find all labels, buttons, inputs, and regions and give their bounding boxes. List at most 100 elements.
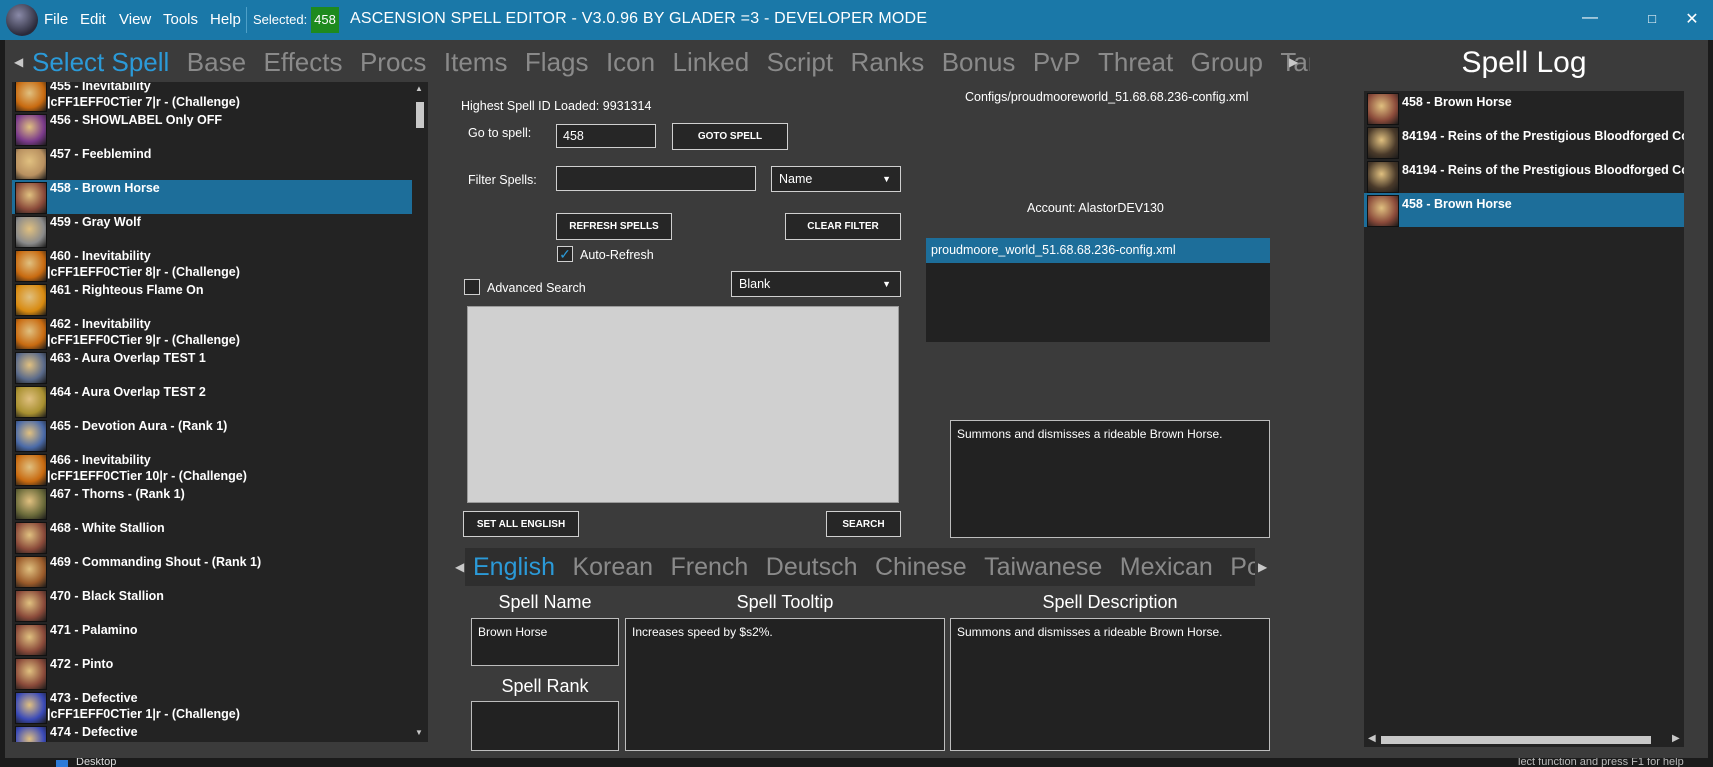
spell-log-list[interactable]: 458 - Brown Horse 84194 - Reins of the Pr… (1364, 91, 1684, 747)
tab-select-spell[interactable]: Select Spell (32, 42, 169, 82)
spell-list-item[interactable]: 472 - Pinto (12, 656, 414, 690)
config-path: Configs/proudmooreworld_51.68.68.236-con… (965, 90, 1249, 104)
menu-help[interactable]: Help (210, 11, 241, 28)
menu-view[interactable]: View (119, 11, 151, 28)
tab-linked[interactable]: Linked (673, 42, 750, 82)
lang-tab-mexican[interactable]: Mexican (1120, 548, 1213, 586)
spell-icon (1367, 93, 1399, 125)
tab-items[interactable]: Items (444, 42, 508, 82)
description-preview-box[interactable]: Summons and dismisses a rideable Brown H… (950, 420, 1270, 538)
spell-list-item[interactable]: 470 - Black Stallion (12, 588, 414, 622)
spell-list-item[interactable]: 455 - Inevitability |cFF1EFF0CTier 7|r - … (12, 82, 414, 112)
advanced-search-area[interactable] (467, 306, 899, 503)
spell-list-scroll-thumb[interactable] (416, 102, 424, 128)
advanced-search-select[interactable]: Blank ▼ (731, 271, 901, 297)
clear-filter-button[interactable]: CLEAR FILTER (785, 213, 901, 240)
lang-tab-chinese[interactable]: Chinese (875, 548, 967, 586)
tab-script[interactable]: Script (767, 42, 833, 82)
maximize-icon[interactable]: □ (1637, 11, 1667, 26)
spell-list-item[interactable]: 471 - Palamino (12, 622, 414, 656)
spell-list-item[interactable]: 464 - Aura Overlap TEST 2 (12, 384, 414, 418)
set-all-english-button[interactable]: SET ALL ENGLISH (463, 511, 579, 537)
spell-tooltip-field[interactable]: Increases speed by $s2%. (625, 618, 945, 751)
language-scroll-left-icon[interactable]: ◀ (455, 560, 464, 574)
spell-list-item[interactable]: 468 - White Stallion (12, 520, 414, 554)
spell-log-item[interactable]: 84194 - Reins of the Prestigious Bloodfo… (1364, 125, 1684, 159)
spell-name-field[interactable]: Brown Horse (471, 618, 619, 666)
spell-list-item[interactable]: 474 - Defective (12, 724, 414, 742)
spell-list-item[interactable]: 473 - Defective |cFF1EFF0CTier 1|r - (Cha… (12, 690, 414, 724)
spell-list-item[interactable]: 465 - Devotion Aura - (Rank 1) (12, 418, 414, 452)
spell-icon (15, 556, 47, 588)
lang-tab-deutsch[interactable]: Deutsch (766, 548, 858, 586)
tab-pvp[interactable]: PvP (1033, 42, 1081, 82)
spell-list-item-name: 474 - Defective (50, 725, 138, 739)
advanced-search-checkbox[interactable] (464, 279, 480, 295)
spell-list-item[interactable]: 456 - SHOWLABEL Only OFF (12, 112, 414, 146)
goto-spell-input[interactable] (556, 124, 656, 148)
spell-log-item[interactable]: 458 - Brown Horse (1364, 91, 1684, 125)
auto-refresh-checkbox[interactable]: ✓ (557, 246, 573, 262)
lang-tab-french[interactable]: French (671, 548, 749, 586)
config-file-item[interactable]: proudmoore_world_51.68.68.236-config.xml (926, 238, 1270, 263)
lang-tab-portuguese[interactable]: Portu (1230, 548, 1255, 586)
spell-log-item[interactable]: 458 - Brown Horse (1364, 193, 1684, 227)
spell-list-item[interactable]: 461 - Righteous Flame On (12, 282, 414, 316)
spell-list[interactable]: 455 - Inevitability |cFF1EFF0CTier 7|r - … (12, 82, 428, 742)
taskbar-item[interactable]: Desktop (76, 758, 116, 767)
spell-list-item[interactable]: 466 - Inevitability |cFF1EFF0CTier 10|r -… (12, 452, 414, 486)
spell-log-item[interactable]: 84194 - Reins of the Prestigious Bloodfo… (1364, 159, 1684, 193)
tab-effects[interactable]: Effects (263, 42, 342, 82)
lang-tab-korean[interactable]: Korean (572, 548, 653, 586)
tab-scroll-left-icon[interactable]: ◀ (14, 55, 23, 69)
tab-procs[interactable]: Procs (360, 42, 426, 82)
spell-list-item[interactable]: 462 - Inevitability |cFF1EFF0CTier 9|r - … (12, 316, 414, 350)
spell-description-field[interactable]: Summons and dismisses a rideable Brown H… (950, 618, 1270, 751)
spell-list-item[interactable]: 467 - Thorns - (Rank 1) (12, 486, 414, 520)
tab-base[interactable]: Base (187, 42, 246, 82)
minimize-icon[interactable]: — (1575, 9, 1605, 27)
scroll-left-icon[interactable]: ◀ (1368, 733, 1376, 744)
advanced-search-label: Advanced Search (487, 281, 586, 295)
spell-log-hscrollbar[interactable]: ◀ ▶ (1364, 732, 1684, 747)
spell-list-item[interactable]: 469 - Commanding Shout - (Rank 1) (12, 554, 414, 588)
spell-list-scrollbar[interactable]: ▲ ▼ (412, 82, 428, 742)
spell-rank-field[interactable] (471, 701, 619, 751)
spell-list-item[interactable]: 463 - Aura Overlap TEST 1 (12, 350, 414, 384)
scroll-right-icon[interactable]: ▶ (1672, 733, 1680, 744)
lang-tab-taiwanese[interactable]: Taiwanese (984, 548, 1102, 586)
config-file-list[interactable]: proudmoore_world_51.68.68.236-config.xml (926, 238, 1270, 342)
menu-file[interactable]: File (44, 11, 68, 28)
tab-group[interactable]: Group (1191, 42, 1263, 82)
tab-ranks[interactable]: Ranks (851, 42, 925, 82)
description-preview-text: Summons and dismisses a rideable Brown H… (957, 427, 1223, 441)
menu-tools[interactable]: Tools (163, 11, 198, 28)
spell-log-scroll-thumb[interactable] (1381, 736, 1651, 744)
spell-list-item-name: 468 - White Stallion (50, 521, 165, 535)
spell-list-item-name: 460 - Inevitability (50, 249, 151, 263)
tab-flags[interactable]: Flags (525, 42, 589, 82)
search-button[interactable]: SEARCH (826, 511, 901, 537)
spell-list-item-name: 465 - Devotion Aura - (Rank 1) (50, 419, 228, 433)
spell-list-item[interactable]: 459 - Gray Wolf (12, 214, 414, 248)
filter-type-select[interactable]: Name ▼ (771, 166, 901, 192)
goto-spell-button[interactable]: GOTO SPELL (672, 123, 788, 150)
menu-edit[interactable]: Edit (80, 11, 106, 28)
spell-list-item-name: 458 - Brown Horse (50, 181, 160, 195)
language-scroll-right-icon[interactable]: ▶ (1258, 560, 1267, 574)
close-icon[interactable]: ✕ (1677, 9, 1707, 29)
lang-tab-english[interactable]: English (473, 548, 555, 586)
tab-bonus[interactable]: Bonus (942, 42, 1016, 82)
spell-list-item[interactable]: 460 - Inevitability |cFF1EFF0CTier 8|r - … (12, 248, 414, 282)
tab-threat[interactable]: Threat (1098, 42, 1173, 82)
tab-scroll-right-icon[interactable]: ▶ (1289, 55, 1298, 69)
tab-icon[interactable]: Icon (606, 42, 655, 82)
spell-list-item[interactable]: 458 - Brown Horse (12, 180, 414, 214)
spell-log-item-name: 458 - Brown Horse (1402, 95, 1512, 109)
scroll-down-icon[interactable]: ▼ (415, 728, 423, 737)
spell-icon (15, 284, 47, 316)
scroll-up-icon[interactable]: ▲ (415, 84, 423, 93)
refresh-spells-button[interactable]: REFRESH SPELLS (556, 213, 672, 240)
spell-list-item[interactable]: 457 - Feeblemind (12, 146, 414, 180)
filter-spells-input[interactable] (556, 166, 756, 191)
